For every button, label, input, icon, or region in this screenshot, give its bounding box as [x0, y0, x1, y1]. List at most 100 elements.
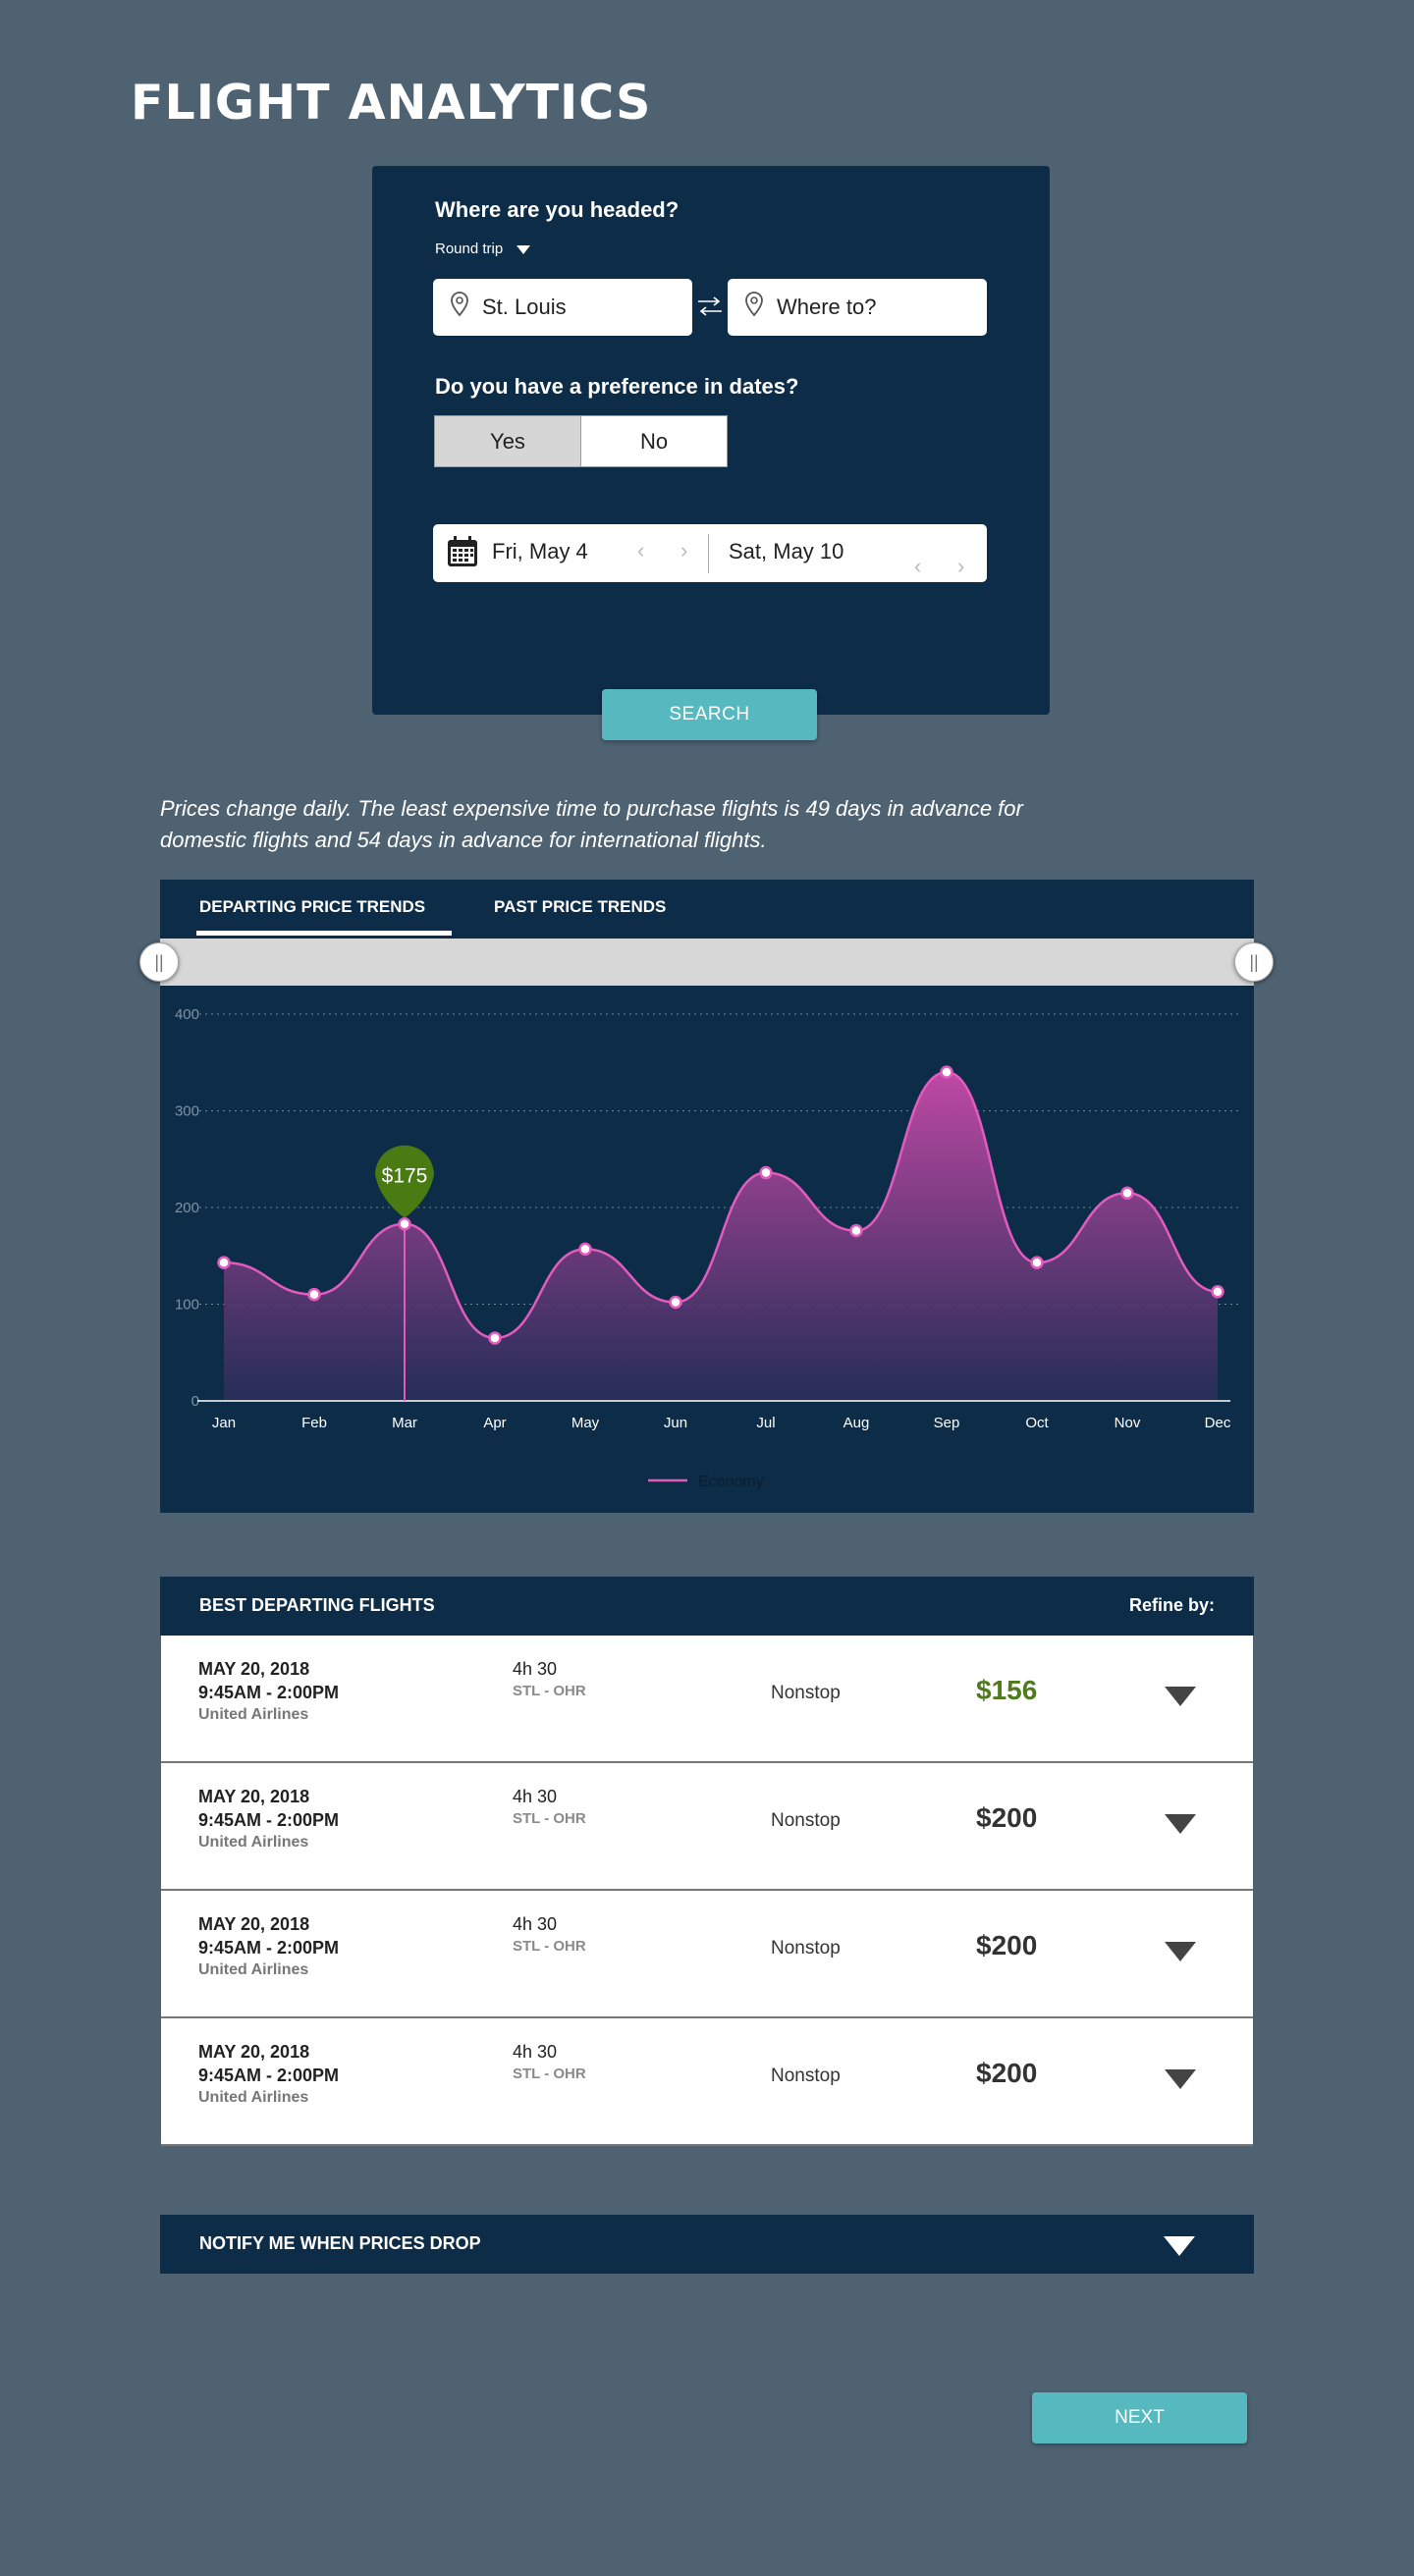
- date-range-slider[interactable]: [160, 939, 1254, 986]
- flight-airline: United Airlines: [198, 1834, 309, 1851]
- flight-price: $200: [976, 2058, 1038, 2088]
- active-tab-indicator: [196, 931, 452, 936]
- from-value: St. Louis: [482, 295, 567, 319]
- data-point: [940, 1065, 953, 1079]
- location-pin-icon: [739, 292, 769, 323]
- chevron-right-icon[interactable]: ›: [957, 554, 964, 579]
- return-date[interactable]: Sat, May 10: [729, 539, 843, 564]
- x-tick-label: Jan: [212, 1415, 236, 1431]
- data-point: [1030, 1256, 1044, 1269]
- flight-stops: Nonstop: [771, 2066, 841, 2086]
- flight-row[interactable]: MAY 20, 2018 9:45AM - 2:00PM United Airlin…: [161, 1636, 1253, 1763]
- expand-icon[interactable]: [1164, 2236, 1195, 2256]
- refine-by-button[interactable]: Refine by:: [1129, 1595, 1215, 1616]
- date-pref-no-button[interactable]: No: [581, 415, 728, 467]
- from-field[interactable]: St. Louis: [433, 279, 692, 336]
- tab-departing-price-trends[interactable]: DEPARTING PRICE TRENDS: [199, 897, 425, 917]
- x-tick-label: Dec: [1205, 1415, 1231, 1431]
- date-divider: [708, 534, 709, 573]
- data-point: [759, 1165, 773, 1180]
- x-tick-label: Oct: [1025, 1415, 1049, 1431]
- data-point: [849, 1223, 863, 1238]
- y-tick-label: 200: [175, 1200, 199, 1216]
- x-tick-label: Mar: [392, 1415, 417, 1431]
- data-point: [307, 1287, 321, 1302]
- tab-past-price-trends[interactable]: PAST PRICE TRENDS: [494, 897, 666, 917]
- search-card: Where are you headed? Round trip St. Lou…: [372, 166, 1050, 715]
- trip-type-select[interactable]: Round trip: [435, 241, 531, 257]
- flight-stops: Nonstop: [771, 1683, 841, 1703]
- notify-price-drop-bar[interactable]: NOTIFY ME WHEN PRICES DROP: [160, 2215, 1254, 2274]
- next-button[interactable]: NEXT: [1032, 2392, 1247, 2443]
- expand-icon[interactable]: [1165, 1687, 1196, 1706]
- x-tick-label: Feb: [301, 1415, 327, 1431]
- flight-time: 9:45AM - 2:00PM: [198, 1810, 340, 1830]
- caret-down-icon: [517, 244, 531, 254]
- flight-time: 9:45AM - 2:00PM: [198, 1683, 340, 1702]
- price-trend-chart: 0100200300400$175Jan Feb Mar Apr May Jun Jul Au…: [175, 1006, 1240, 1490]
- flight-time: 9:45AM - 2:00PM: [198, 1938, 340, 1958]
- to-placeholder: Where to?: [777, 295, 877, 319]
- data-point: [1211, 1284, 1224, 1299]
- range-handle-right[interactable]: ||: [1234, 942, 1274, 982]
- calendar-icon[interactable]: [445, 534, 480, 575]
- chevron-left-icon[interactable]: ‹: [637, 538, 644, 564]
- range-handle-left[interactable]: ||: [139, 942, 179, 982]
- y-tick-label: 100: [175, 1297, 199, 1314]
- flight-date: MAY 20, 2018: [198, 1787, 310, 1806]
- flight-duration: 4h 30: [513, 2042, 558, 2062]
- x-tick-label: Sep: [934, 1415, 960, 1431]
- flight-duration: 4h 30: [513, 1914, 558, 1934]
- tooltip-label: $175: [382, 1165, 428, 1188]
- date-range-field[interactable]: Fri, May 4 ‹ › Sat, May 10 ‹ ›: [433, 524, 987, 582]
- data-point: [669, 1295, 682, 1310]
- location-pin-icon: [445, 292, 474, 323]
- flight-row[interactable]: MAY 20, 2018 9:45AM - 2:00PM United Airlin…: [161, 1763, 1253, 1891]
- date-pref-yes-button[interactable]: Yes: [434, 415, 581, 467]
- flight-route: STL - OHR: [513, 2066, 586, 2082]
- destination-question: Where are you headed?: [435, 197, 680, 222]
- x-tick-label: Apr: [483, 1415, 506, 1431]
- expand-icon[interactable]: [1165, 1814, 1196, 1834]
- x-tick-label: Jun: [664, 1415, 687, 1431]
- flights-header-title: BEST DEPARTING FLIGHTS: [199, 1595, 435, 1615]
- expand-icon[interactable]: [1165, 2069, 1196, 2089]
- chevron-left-icon[interactable]: ‹: [914, 554, 921, 579]
- chevron-right-icon[interactable]: ›: [680, 538, 687, 564]
- flight-price: $200: [976, 1802, 1038, 1833]
- search-button[interactable]: SEARCH: [602, 689, 817, 740]
- depart-date[interactable]: Fri, May 4: [492, 539, 588, 564]
- flight-route: STL - OHR: [513, 1810, 586, 1827]
- flight-price: $200: [976, 1930, 1038, 1960]
- date-question: Do you have a preference in dates?: [435, 374, 799, 399]
- flight-date: MAY 20, 2018: [198, 1914, 310, 1934]
- x-tick-label: Aug: [843, 1415, 870, 1431]
- flight-duration: 4h 30: [513, 1787, 558, 1806]
- data-point: [488, 1331, 502, 1345]
- data-point: [217, 1256, 231, 1269]
- x-tick-label: Nov: [1115, 1415, 1141, 1431]
- flight-date: MAY 20, 2018: [198, 1659, 310, 1679]
- y-tick-label: 400: [175, 1006, 199, 1023]
- y-tick-label: 300: [175, 1103, 199, 1120]
- flight-duration: 4h 30: [513, 1659, 558, 1679]
- price-info-text: Prices change daily. The least expensive…: [160, 796, 1023, 852]
- date-preference-toggle: Yes No: [434, 415, 728, 467]
- swap-arrows-icon[interactable]: [696, 295, 724, 317]
- to-field[interactable]: Where to?: [728, 279, 987, 336]
- legend-label: Economy: [698, 1474, 764, 1490]
- x-tick-label: Jul: [756, 1415, 775, 1431]
- flight-stops: Nonstop: [771, 1810, 841, 1831]
- expand-icon[interactable]: [1165, 1942, 1196, 1961]
- notify-label: NOTIFY ME WHEN PRICES DROP: [199, 2233, 481, 2253]
- flight-stops: Nonstop: [771, 1938, 841, 1959]
- x-tick-label: May: [571, 1415, 600, 1431]
- flight-row[interactable]: MAY 20, 2018 9:45AM - 2:00PM United Airlin…: [161, 1891, 1253, 2018]
- flight-route: STL - OHR: [513, 1683, 586, 1699]
- flight-time: 9:45AM - 2:00PM: [198, 2066, 340, 2085]
- price-trends-panel: DEPARTING PRICE TRENDS PAST PRICE TRENDS…: [139, 880, 1274, 1513]
- flight-airline: United Airlines: [198, 1706, 309, 1723]
- chart-legend: Economy: [648, 1474, 764, 1490]
- flight-row[interactable]: MAY 20, 2018 9:45AM - 2:00PM United Airlin…: [161, 2018, 1253, 2146]
- flights-header: BEST DEPARTING FLIGHTS Refine by:: [160, 1577, 1254, 1636]
